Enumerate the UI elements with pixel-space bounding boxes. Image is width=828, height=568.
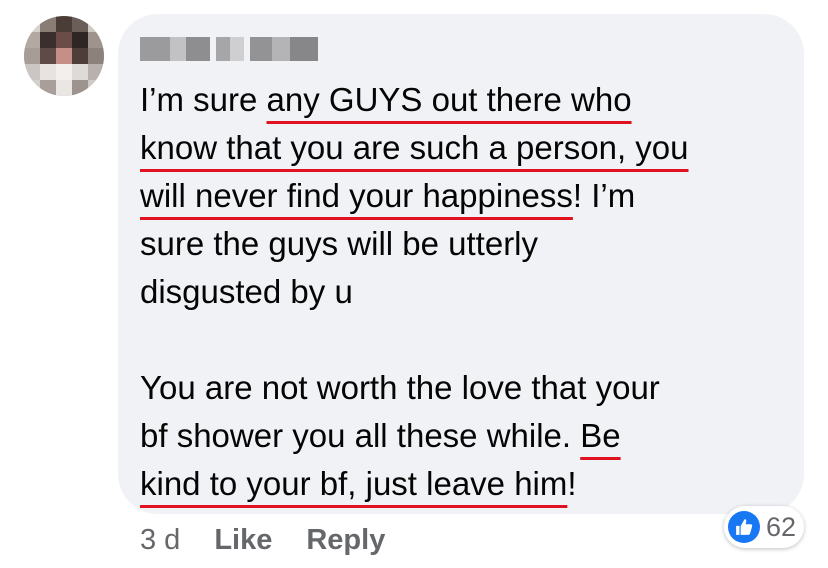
comment-timestamp[interactable]: 3 d: [140, 524, 180, 557]
reaction-count: 62: [766, 511, 797, 542]
comment-text-segment: disgusted by u: [140, 273, 353, 310]
comment-line: know that you are such a person, you: [140, 124, 800, 172]
comment-line: kind to your bf, just leave him!: [140, 460, 800, 508]
thumbs-up-icon: [728, 511, 760, 543]
comment-text-segment: You are not worth the love that your: [140, 369, 660, 406]
author-name-redacted[interactable]: [140, 37, 320, 61]
underlined-text: know that you are such a person, you: [140, 129, 689, 166]
comment-line: will never find your happiness! I’m: [140, 172, 800, 220]
comment-text-segment: sure the guys will be utterly: [140, 225, 539, 262]
comment-text-segment: I’m sure: [140, 81, 267, 118]
reaction-summary[interactable]: 62: [724, 506, 805, 548]
underlined-text: Be: [580, 417, 621, 454]
underlined-text: any GUYS out there who: [266, 81, 632, 118]
comment-line: I’m sure any GUYS out there who: [140, 76, 800, 124]
comment-text-segment: bf shower you all these while.: [140, 417, 581, 454]
comment-line: disgusted by u: [140, 268, 800, 316]
comment-line: bf shower you all these while. Be: [140, 412, 800, 460]
comment-line: sure the guys will be utterly: [140, 220, 800, 268]
like-button[interactable]: Like: [214, 524, 272, 557]
comment-text-segment: !: [567, 465, 577, 502]
avatar[interactable]: [24, 16, 104, 96]
comment-text-segment: ! I’m: [572, 177, 636, 214]
comment-line: You are not worth the love that your: [140, 364, 800, 412]
underlined-text: will never find your happiness: [140, 177, 573, 214]
underlined-text: kind to your bf, just leave him: [140, 465, 568, 502]
reply-button[interactable]: Reply: [306, 524, 385, 557]
comment-text: I’m sure any GUYS out there who know that…: [140, 76, 800, 508]
comment-actions: 3 d Like Reply: [140, 520, 419, 560]
